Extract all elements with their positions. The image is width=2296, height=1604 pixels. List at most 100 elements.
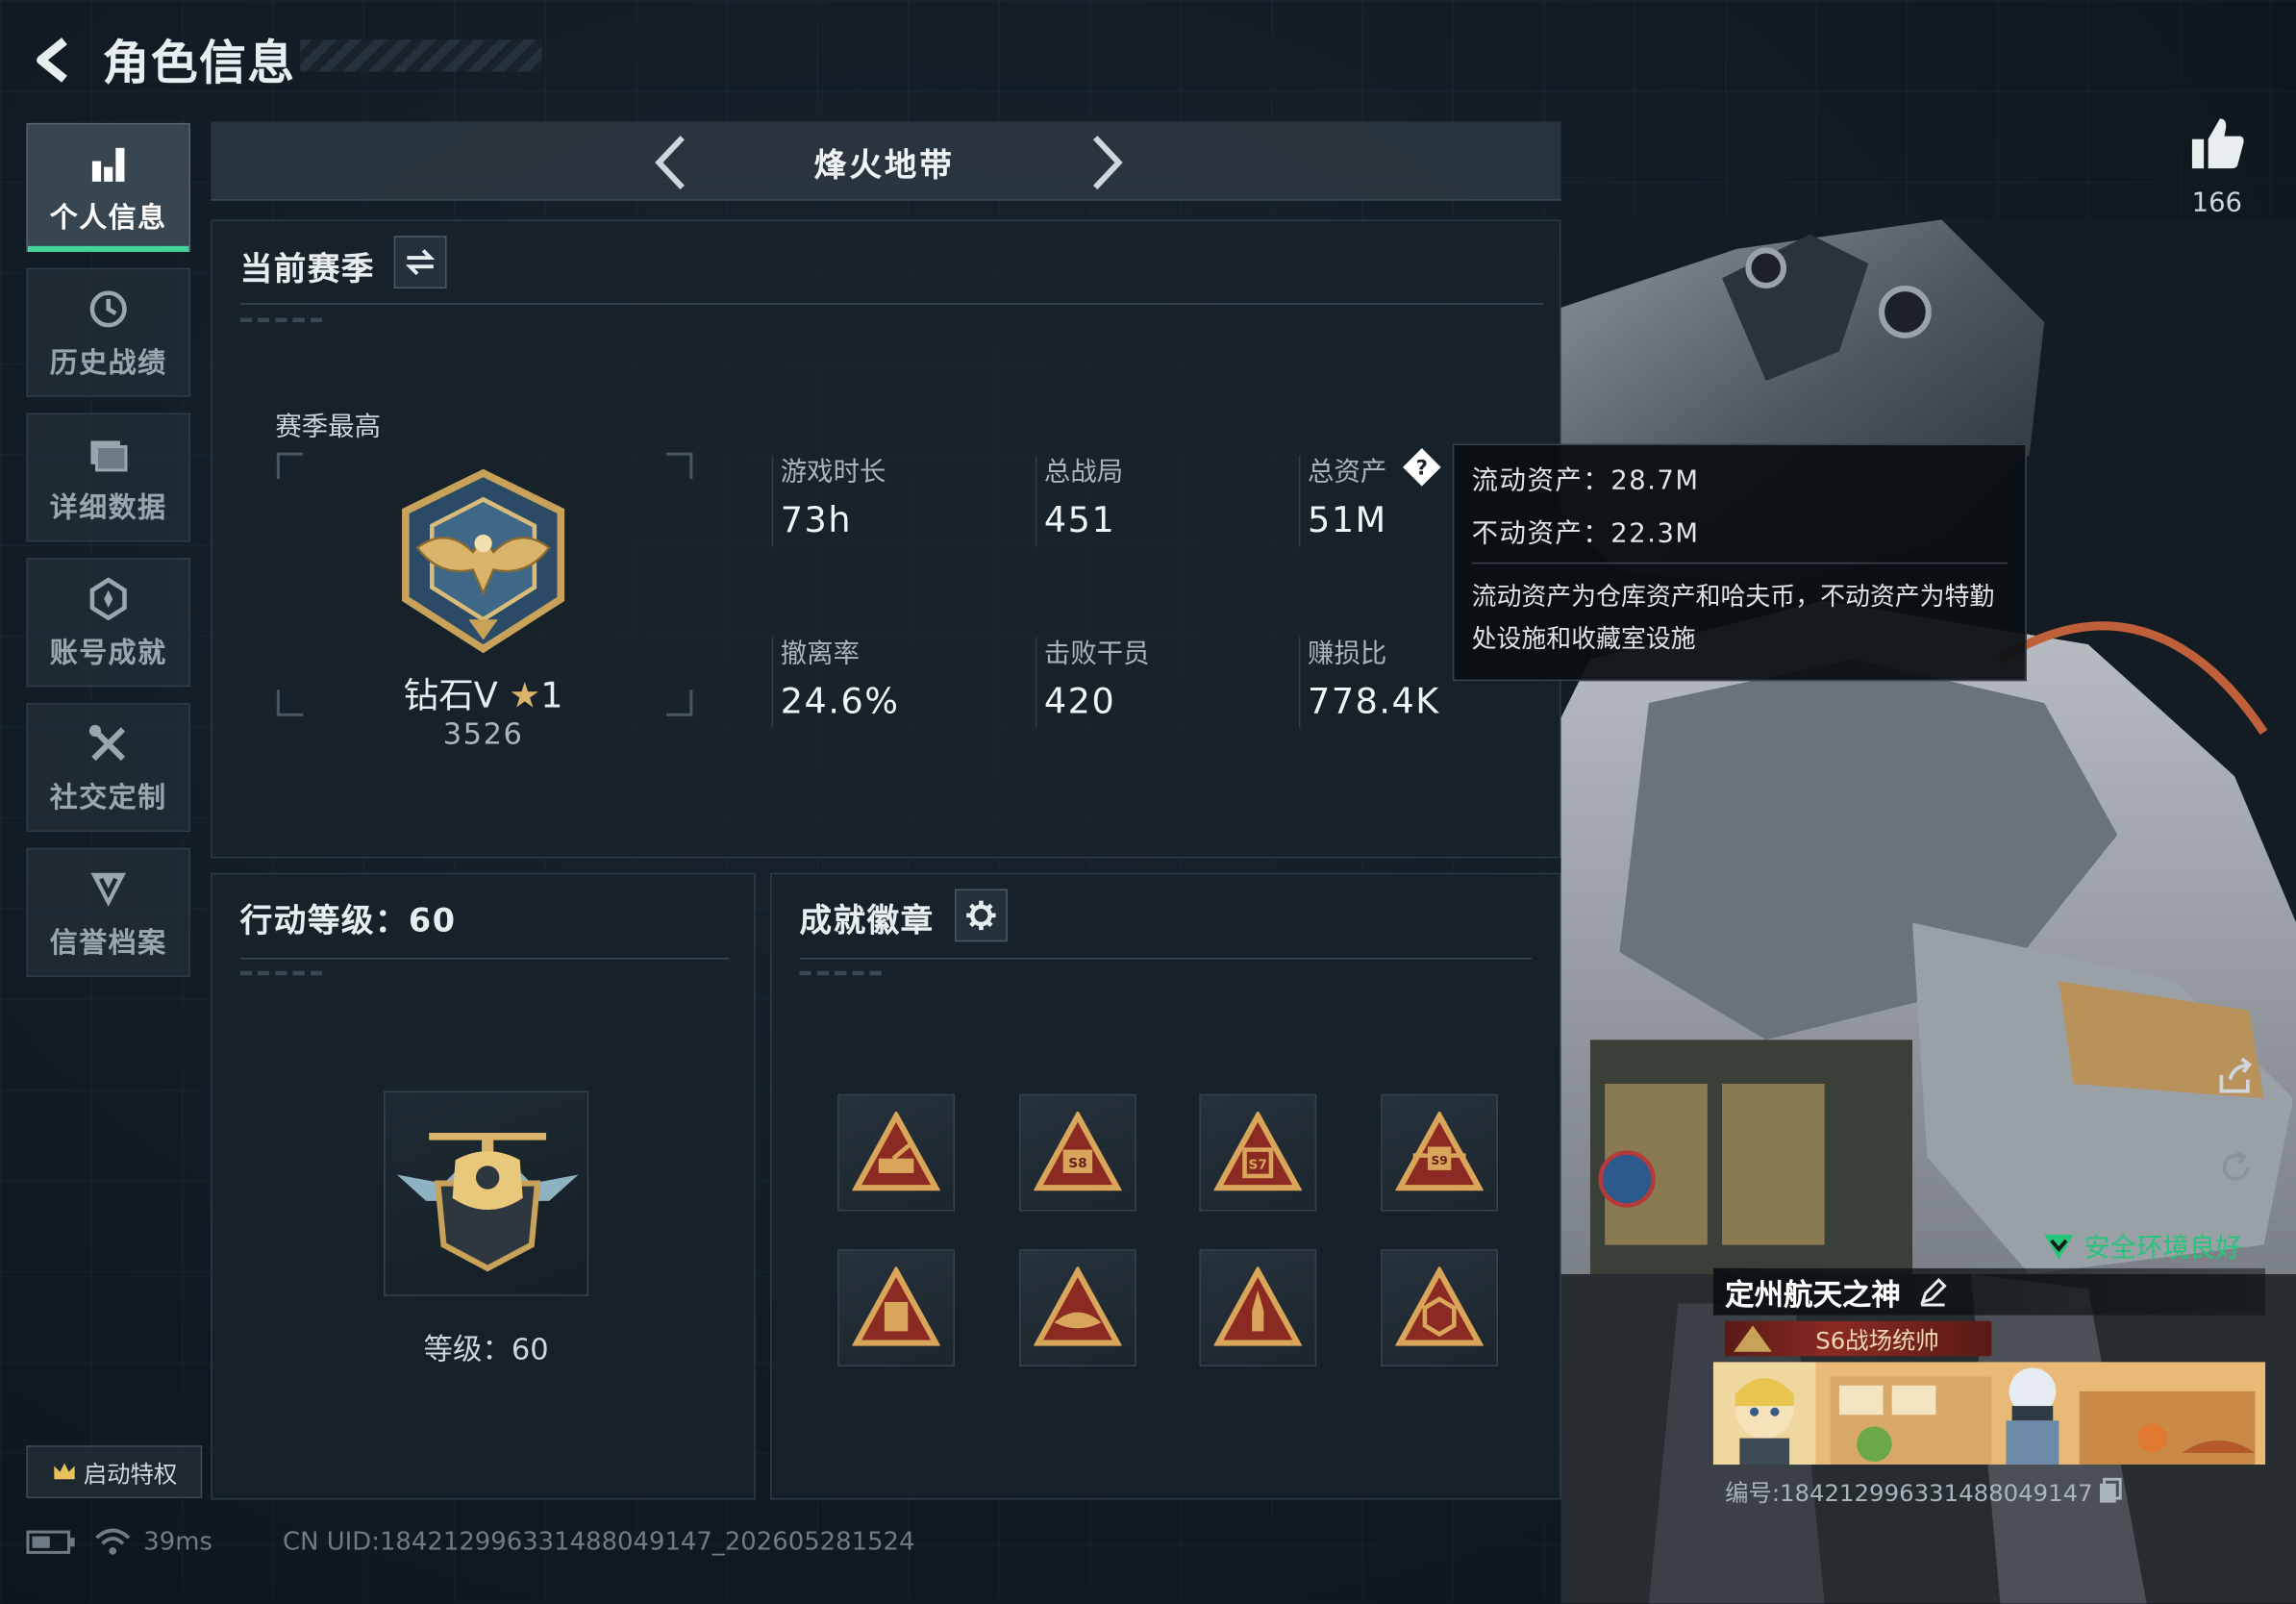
divider-ticks xyxy=(799,970,887,976)
badge-tile[interactable] xyxy=(1019,1249,1136,1366)
wifi-icon xyxy=(95,1528,131,1555)
tooltip-description: 流动资产为仓库资产和哈夫币，不动资产为特勤处设施和收藏室设施 xyxy=(1471,583,1995,655)
mode-next-button[interactable] xyxy=(1078,134,1136,192)
back-arrow-icon xyxy=(37,38,67,83)
action-level-title: 行动等级：60 xyxy=(239,903,457,940)
badge-tile[interactable] xyxy=(837,1093,955,1212)
divider xyxy=(239,958,730,960)
achievement-icon xyxy=(85,575,132,622)
name-card-image xyxy=(1712,1362,2266,1465)
badge-s7-icon: S7 xyxy=(1213,1111,1302,1191)
badge-tile[interactable] xyxy=(1199,1249,1317,1366)
rotate-icon xyxy=(2222,1150,2250,1181)
stat-label-total-matches: 总战局 xyxy=(1043,457,1124,489)
privilege-label: 启动特权 xyxy=(83,1460,178,1489)
level-text: 等级：60 xyxy=(423,1331,549,1366)
page-header: 角色信息 xyxy=(26,23,295,96)
mode-prev-button[interactable] xyxy=(641,134,700,192)
bar-chart-icon xyxy=(85,139,132,187)
action-level-panel: 行动等级：60 等级：60 xyxy=(211,872,756,1500)
stat-label-profit-ratio: 赚损比 xyxy=(1308,639,1387,670)
divider xyxy=(799,958,1533,960)
share-icon xyxy=(2219,1057,2253,1093)
edit-name-button[interactable] xyxy=(1918,1277,1947,1307)
mode-selector: 烽火地带 xyxy=(211,121,1561,201)
chevron-left-icon xyxy=(655,136,685,190)
badge-hex-icon xyxy=(1395,1266,1484,1346)
sidebar-item-achievements[interactable]: 账号成就 xyxy=(26,558,190,688)
sidebar-item-history[interactable]: 历史战绩 xyxy=(26,267,190,397)
badge-tile[interactable] xyxy=(837,1249,955,1366)
tooltip-divider xyxy=(1471,562,2009,564)
title-emblem-icon xyxy=(1734,1325,1772,1352)
safe-environment-text: 安全环境良好 xyxy=(2084,1233,2242,1265)
sidebar-item-label: 社交定制 xyxy=(49,781,167,815)
tooltip-liquid-assets: 流动资产：28.7M xyxy=(1471,465,1700,497)
svg-text:S9: S9 xyxy=(1431,1154,1447,1167)
sidebar-item-credit-file[interactable]: 信誉档案 xyxy=(26,847,190,977)
rank-star-icon: ★ xyxy=(509,675,541,716)
rank-line: 钻石V ★1 xyxy=(300,666,666,717)
stat-value-kills: 420 xyxy=(1043,681,1116,722)
folder-data-icon xyxy=(85,430,132,477)
player-name-row: 定州航天之神 xyxy=(1712,1267,2266,1316)
help-icon[interactable]: ? xyxy=(1402,447,1443,489)
player-name: 定州航天之神 xyxy=(1725,1276,1901,1312)
achievements-panel: 成就徽章 S8 S7 S9 xyxy=(770,872,1561,1500)
thumbs-up-icon xyxy=(2191,118,2244,169)
status-bar: 39ms CN UID:184212996331488049147_202605… xyxy=(26,1523,915,1562)
player-id-text: 编号:184212996331488049147 xyxy=(1725,1479,2093,1508)
stat-value-profit-ratio: 778.4K xyxy=(1308,681,1440,722)
level-emblem-frame xyxy=(384,1090,589,1296)
sidebar-item-personal-info[interactable]: 个人信息 xyxy=(26,122,190,252)
frame-corner xyxy=(276,689,304,716)
sidebar: 个人信息 历史战绩 详细数据 账号成就 社交定制 信誉档案 xyxy=(26,122,190,993)
player-title-banner: S6战场统帅 xyxy=(1725,1320,1992,1357)
uid-line: CN UID:184212996331488049147_20260528152… xyxy=(283,1527,915,1557)
header-stripe-decor xyxy=(300,39,542,72)
stat-divider xyxy=(771,637,774,728)
badge-bag-icon xyxy=(852,1266,940,1346)
game-root: 角色信息 个人信息 历史战绩 详细数据 账号成就 社交定制 信誉档案 启动特权 … xyxy=(0,0,2296,1604)
page-title: 角色信息 xyxy=(102,35,296,91)
stat-divider xyxy=(1035,637,1037,728)
badge-tile[interactable]: S7 xyxy=(1199,1093,1317,1212)
svg-text:S7: S7 xyxy=(1249,1157,1267,1172)
share-button[interactable] xyxy=(2214,1055,2259,1099)
achievements-settings-button[interactable] xyxy=(954,889,1008,942)
helicopter-emblem-icon xyxy=(396,1133,579,1272)
stat-label-kills: 击败干员 xyxy=(1043,639,1150,670)
stat-value-extract-rate: 24.6% xyxy=(780,681,900,722)
gear-icon xyxy=(966,900,996,931)
badge-tile[interactable] xyxy=(1381,1249,1499,1366)
tools-icon xyxy=(85,720,132,767)
stat-value-play-time: 73h xyxy=(780,499,853,540)
like-count: 166 xyxy=(2191,187,2242,218)
credit-shield-icon xyxy=(85,865,132,912)
like-widget[interactable]: 166 xyxy=(2182,114,2252,218)
shield-check-icon xyxy=(2044,1234,2074,1260)
svg-text:S8: S8 xyxy=(1068,1156,1086,1171)
assets-tooltip: 流动资产：28.7M 不动资产：22.3M 流动资产为仓库资产和哈夫币，不动资产… xyxy=(1452,443,2027,682)
badge-s8-icon: S8 xyxy=(1034,1111,1122,1191)
rank-stars: 1 xyxy=(540,675,563,716)
stat-label-extract-rate: 撤离率 xyxy=(780,639,861,670)
badge-tile[interactable]: S9 xyxy=(1381,1093,1499,1212)
rotate-button[interactable] xyxy=(2214,1145,2259,1190)
sidebar-item-label: 个人信息 xyxy=(49,201,167,234)
back-button[interactable] xyxy=(26,33,82,88)
season-title: 当前赛季 xyxy=(239,251,375,289)
season-peak-label: 赛季最高 xyxy=(275,411,381,442)
privilege-button[interactable]: 启动特权 xyxy=(26,1445,203,1499)
safe-environment-indicator: 安全环境良好 xyxy=(2043,1227,2242,1266)
stat-divider xyxy=(1298,455,1301,547)
stat-value-total-assets: 51M xyxy=(1308,499,1387,540)
stat-value-total-matches: 451 xyxy=(1043,499,1116,540)
sidebar-item-detailed-data[interactable]: 详细数据 xyxy=(26,413,190,542)
divider xyxy=(239,303,1544,305)
badge-tile[interactable]: S8 xyxy=(1019,1093,1136,1212)
tooltip-fixed-assets: 不动资产：22.3M xyxy=(1471,518,1700,550)
sidebar-item-social-custom[interactable]: 社交定制 xyxy=(26,703,190,833)
copy-id-button[interactable] xyxy=(2099,1477,2123,1504)
season-switch-button[interactable] xyxy=(393,236,447,289)
